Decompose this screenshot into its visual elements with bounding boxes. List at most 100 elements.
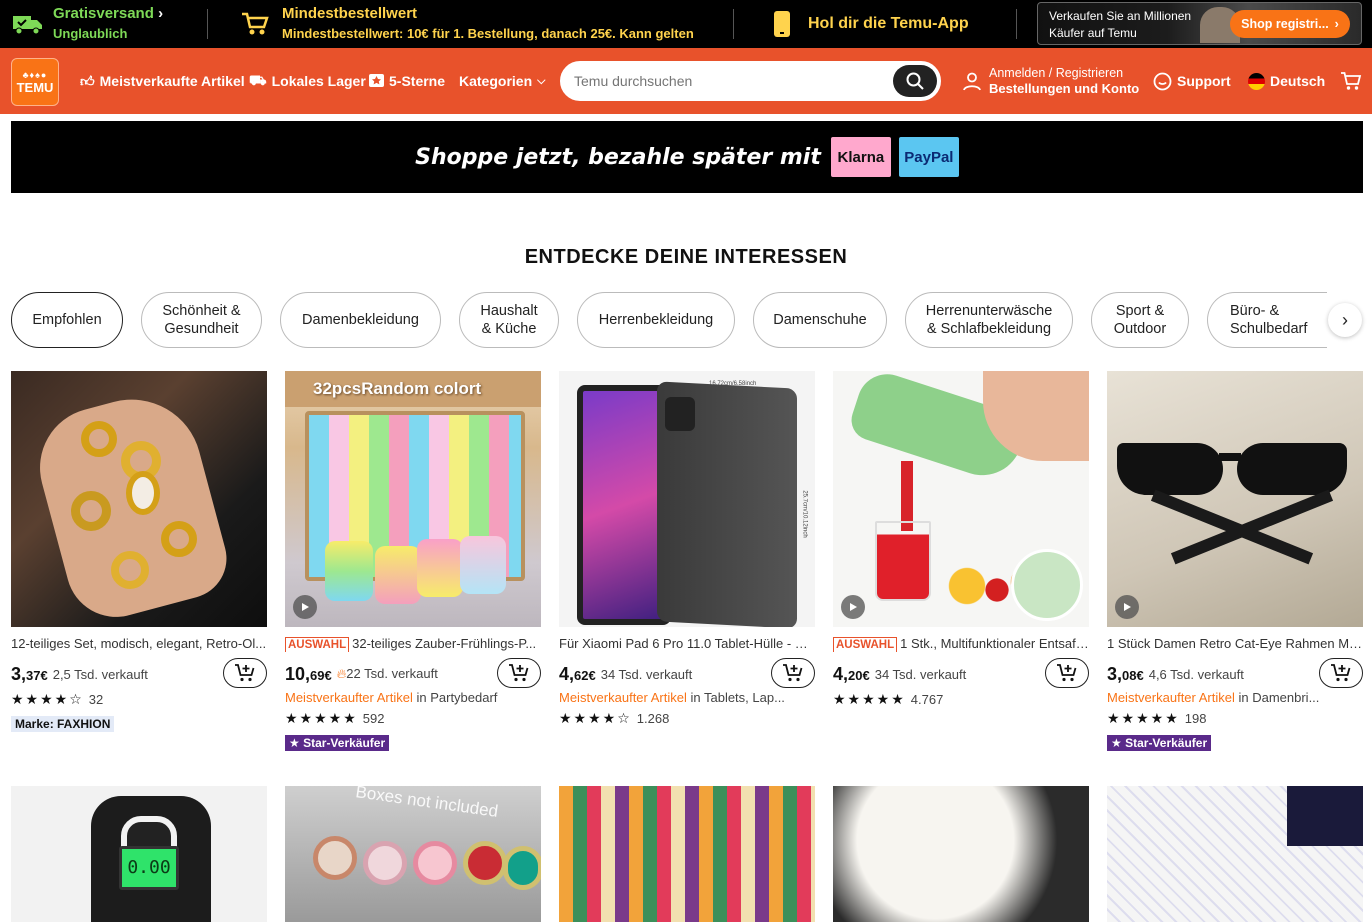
free-shipping-promo[interactable]: Gratisversand › Unglaublich: [12, 0, 163, 48]
rating-stars: ★★★★☆: [11, 691, 84, 707]
product-sold-count: 34 Tsd. verkauft: [874, 666, 967, 682]
klarna-logo: Klarna: [830, 137, 891, 177]
search-input[interactable]: [574, 63, 894, 99]
search-button[interactable]: [893, 65, 937, 97]
category-pill-beauty[interactable]: Schönheit & Gesundheit: [141, 292, 262, 348]
category-pill-womens-clothing[interactable]: Damenbekleidung: [280, 292, 441, 348]
review-count: 592: [362, 711, 385, 726]
nav-five-stars[interactable]: 5-Sterne: [369, 48, 445, 114]
category-label: Outdoor: [1113, 321, 1167, 337]
product-sold-count: 🔥︎22 Tsd. verkauft: [336, 666, 438, 681]
cart-icon: [242, 12, 269, 35]
product-card[interactable]: 16.72cm/6.58inch 25.7cm/10.12inch Für Xi…: [559, 371, 815, 727]
product-image-juicer[interactable]: [833, 371, 1089, 627]
category-pill-recommended[interactable]: Empfohlen: [11, 292, 123, 348]
germany-flag-icon: [1248, 72, 1265, 90]
product-image-earrings[interactable]: [559, 786, 815, 922]
logo-icons: ♣♦♠●: [22, 69, 48, 80]
image-caption: Boxes not included: [354, 786, 500, 821]
logo-text: TEMU: [16, 79, 54, 95]
product-image-rings[interactable]: [11, 371, 267, 627]
seller-promo-line1: Verkaufen Sie an Millionen: [1049, 9, 1192, 23]
nav-support-label: Support: [1177, 73, 1231, 89]
nav-cart[interactable]: [1340, 48, 1362, 114]
review-count: 4.767: [910, 692, 944, 707]
image-caption: 32pcsRandom colort: [313, 379, 482, 398]
add-to-cart-button[interactable]: [223, 658, 267, 688]
dimension-width: 16.72cm/6.58inch: [709, 381, 757, 387]
star-seller-badge: ★ Star-Verkäufer: [1107, 735, 1212, 751]
cart-plus-icon: [1331, 664, 1351, 682]
auswahl-badge: AUSWAHL: [285, 637, 350, 652]
add-to-cart-button[interactable]: [771, 658, 815, 688]
thumbs-up-icon: 👍︎: [80, 72, 95, 89]
seller-promo-line2: Käufer auf Temu: [1049, 26, 1137, 40]
category-pill-sport[interactable]: Sport & Outdoor: [1091, 292, 1189, 348]
product-card[interactable]: AUSWAHL 1 Stk., Multifunktionaler Entsaft…: [833, 371, 1089, 708]
category-pill-office[interactable]: Büro- & Schulbedarf: [1207, 292, 1327, 348]
register-shop-button[interactable]: Shop registri... ›: [1230, 10, 1350, 38]
nav-local-warehouse[interactable]: ⛟ Lokales Lager: [249, 48, 366, 114]
product-price: 4,62€: [559, 663, 596, 684]
bestseller-info[interactable]: Meistverkaufter Artikel in Tablets, Lap.…: [559, 690, 795, 705]
product-sold-count: 34 Tsd. verkauft: [600, 666, 693, 682]
nav-bestsellers[interactable]: 👍︎ Meistverkaufte Artikel: [80, 48, 245, 114]
truck-icon: ⛟: [249, 71, 267, 88]
add-to-cart-button[interactable]: [1045, 658, 1089, 688]
chevron-right-icon: ›: [158, 5, 164, 22]
product-image-rainbow-springs[interactable]: 32pcsRandom colort: [285, 371, 541, 627]
product-image-sunglasses[interactable]: [1107, 371, 1363, 627]
rating-stars: ★★★★★: [1107, 710, 1180, 726]
pay-later-banner[interactable]: Shoppe jetzt, bezahle später mit Klarna …: [11, 121, 1363, 193]
promo-topbar: Gratisversand › Unglaublich Mindestbeste…: [0, 0, 1372, 48]
divider: [207, 9, 208, 39]
category-scroll-next-button[interactable]: ›: [1328, 303, 1362, 337]
add-to-cart-button[interactable]: [1319, 658, 1363, 688]
nav-support[interactable]: Support: [1153, 48, 1231, 114]
product-title[interactable]: 1 Stück Damen Retro Cat-Eye Rahmen Mo...: [1107, 636, 1363, 652]
product-image-finger-cots[interactable]: [833, 786, 1089, 922]
minimum-order-promo[interactable]: Mindestbestellwert Mindestbestellwert: 1…: [240, 0, 694, 48]
product-image-maze-book[interactable]: [1107, 786, 1363, 922]
product-card[interactable]: 32pcsRandom colort AUSWAHL 32-teiliges Za…: [285, 371, 541, 752]
product-title[interactable]: Für Xiaomi Pad 6 Pro 11.0 Tablet-Hülle -…: [559, 636, 815, 652]
video-play-button[interactable]: [293, 595, 317, 619]
nav-categories[interactable]: Kategorien ⌵: [459, 48, 545, 114]
seller-promo[interactable]: Verkaufen Sie an Millionen Käufer auf Te…: [1037, 2, 1362, 45]
app-promo[interactable]: Hol dir die Temu-App: [772, 0, 969, 48]
category-label: Gesundheit: [164, 321, 239, 337]
register-shop-label: Shop registri...: [1241, 17, 1329, 31]
category-pill-mens-clothing[interactable]: Herrenbekleidung: [577, 292, 735, 348]
product-title[interactable]: AUSWAHL 1 Stk., Multifunktionaler Entsaft…: [833, 636, 1089, 652]
auswahl-badge: AUSWAHL: [833, 637, 898, 652]
product-sold-count: 2,5 Tsd. verkauft: [52, 666, 148, 682]
cart-plus-icon: [509, 664, 529, 682]
rating-stars: ★★★★★: [285, 710, 358, 726]
add-to-cart-button[interactable]: [497, 658, 541, 688]
rating-stars: ★★★★★: [833, 691, 906, 707]
nav-language[interactable]: Deutsch: [1248, 48, 1325, 114]
product-card[interactable]: 1 Stück Damen Retro Cat-Eye Rahmen Mo...…: [1107, 371, 1363, 752]
truck-icon: [13, 16, 42, 35]
product-price: 4,20€: [833, 663, 870, 684]
category-pill-home-kitchen[interactable]: Haushalt & Küche: [459, 292, 559, 348]
nav-five-stars-label: 5-Sterne: [389, 73, 446, 89]
category-pill-womens-shoes[interactable]: Damenschuhe: [753, 292, 887, 348]
product-image-watches[interactable]: Boxes not included: [285, 786, 541, 922]
video-play-button[interactable]: [1115, 595, 1139, 619]
chevron-right-icon: ›: [1342, 309, 1348, 330]
bestseller-info[interactable]: Meistverkaufter Artikel in Partybedarf: [285, 690, 521, 705]
play-icon: [302, 603, 309, 611]
product-card[interactable]: 12-teiliges Set, modisch, elegant, Retro…: [11, 371, 267, 733]
product-image-luggage-scale[interactable]: 0.00: [11, 786, 267, 922]
temu-logo[interactable]: ♣♦♠● TEMU: [11, 58, 59, 106]
product-title[interactable]: 12-teiliges Set, modisch, elegant, Retro…: [11, 636, 267, 652]
product-title[interactable]: AUSWAHL 32-teiliges Zauber-Frühlings-P...: [285, 636, 541, 652]
video-play-button[interactable]: [841, 595, 865, 619]
review-count: 32: [88, 692, 104, 707]
bestseller-info[interactable]: Meistverkaufter Artikel in Damenbri...: [1107, 690, 1343, 705]
product-image-tablet-case[interactable]: 16.72cm/6.58inch 25.7cm/10.12inch: [559, 371, 815, 627]
category-pill-mens-underwear[interactable]: Herrenunterwäsche & Schlafbekleidung: [905, 292, 1073, 348]
nav-account[interactable]: Anmelden / Registrieren Bestellungen und…: [962, 48, 1139, 114]
scale-display: 0.00: [119, 846, 179, 890]
